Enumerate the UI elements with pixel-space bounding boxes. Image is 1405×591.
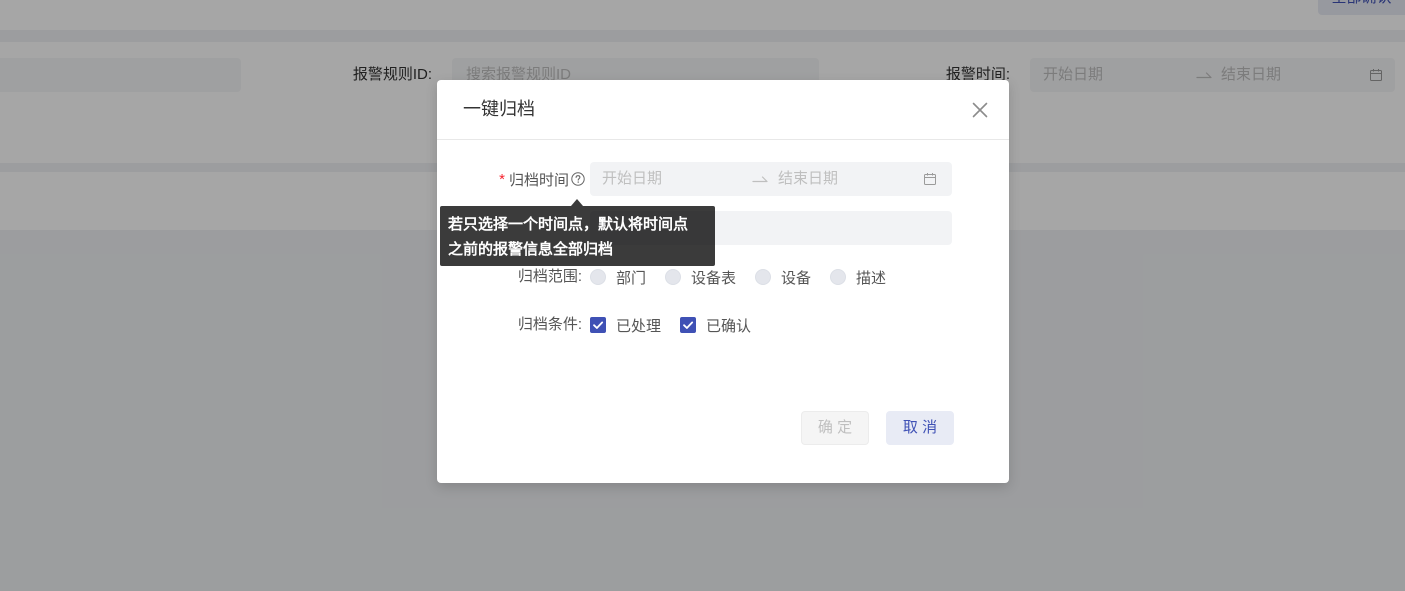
radio-circle[interactable] xyxy=(665,269,682,285)
calendar-icon xyxy=(924,173,936,185)
checkbox-option-processed[interactable]: 已处理 xyxy=(590,315,661,336)
dialog-header: 一键归档 xyxy=(437,80,1009,140)
checkbox[interactable] xyxy=(680,317,697,333)
cancel-button[interactable]: 取 消 xyxy=(886,411,954,445)
check-icon xyxy=(683,321,694,329)
radio-label: 描述 xyxy=(856,269,887,287)
help-tooltip: 若只选择一个时间点，默认将时间点 之前的报警信息全部归档 xyxy=(440,206,715,266)
radio-circle[interactable] xyxy=(830,269,847,285)
question-circle-icon[interactable] xyxy=(571,172,585,186)
checkbox-label: 已处理 xyxy=(616,317,662,335)
radio-circle[interactable] xyxy=(755,269,772,285)
radio-option-device-table[interactable]: 设备表 xyxy=(665,267,736,288)
archive-conditions-label: 归档条件: xyxy=(517,316,582,333)
check-icon xyxy=(593,321,604,329)
archive-end-placeholder: 结束日期 xyxy=(778,170,839,187)
radio-label: 设备 xyxy=(781,269,812,287)
radio-label: 部门 xyxy=(616,269,647,287)
checkbox-label: 已确认 xyxy=(706,317,752,335)
confirm-button[interactable]: 确 定 xyxy=(801,411,869,445)
dialog-title: 一键归档 xyxy=(463,99,535,119)
radio-option-device[interactable]: 设备 xyxy=(755,267,811,288)
swap-right-icon xyxy=(752,176,768,183)
tooltip-line: 之前的报警信息全部归档 xyxy=(448,241,614,258)
archive-conditions-checkbox-group: 已处理 已确认 xyxy=(590,308,770,342)
archive-start-placeholder: 开始日期 xyxy=(602,170,663,187)
checkbox-option-confirmed[interactable]: 已确认 xyxy=(680,315,751,336)
radio-option-description[interactable]: 描述 xyxy=(830,267,886,288)
radio-label: 设备表 xyxy=(691,269,737,287)
radio-option-department[interactable]: 部门 xyxy=(590,267,646,288)
archive-time-range-picker[interactable]: 开始日期 结束日期 xyxy=(590,162,952,196)
archive-time-label: * 归档时间 xyxy=(437,162,585,196)
close-button[interactable] xyxy=(970,100,990,120)
required-mark: * xyxy=(499,170,505,188)
close-icon xyxy=(972,102,988,118)
radio-circle[interactable] xyxy=(590,269,606,285)
checkbox[interactable] xyxy=(590,317,606,333)
archive-dialog: 一键归档 * 归档时间 开始日期 结束日期 归档范围: 部门 设备表 设备 描述… xyxy=(437,80,1009,483)
tooltip-arrow xyxy=(571,199,583,206)
tooltip-line: 若只选择一个时间点，默认将时间点 xyxy=(448,216,689,233)
archive-time-label-text: 归档时间 xyxy=(508,171,569,189)
